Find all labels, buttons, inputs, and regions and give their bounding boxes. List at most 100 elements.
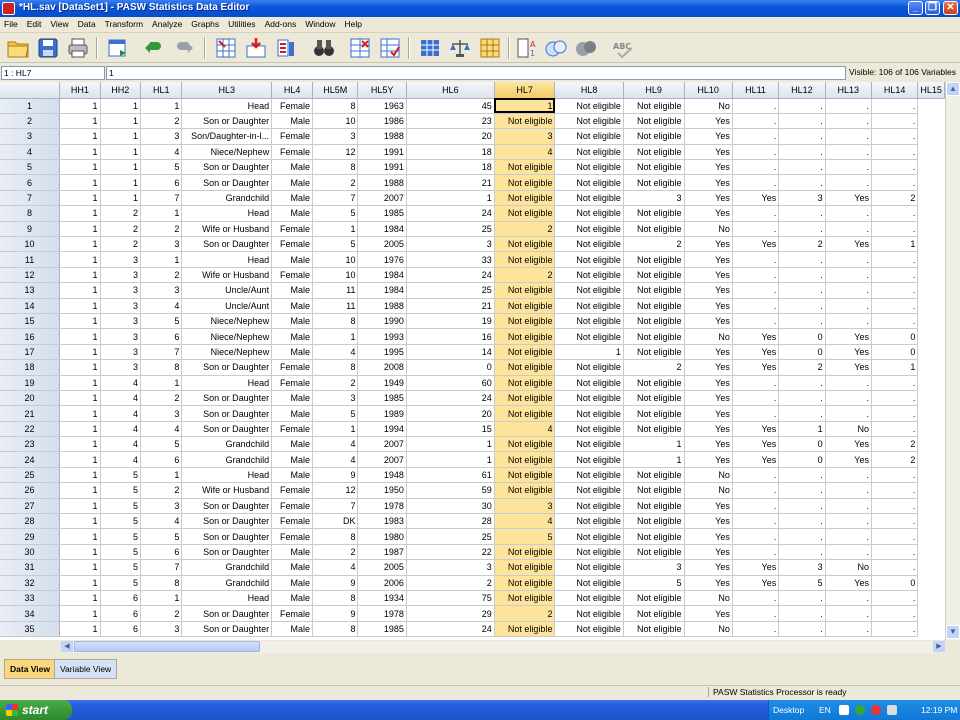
data-cell[interactable]: 1 [140,205,183,222]
network-tray-icon[interactable] [855,705,865,715]
data-cell[interactable]: Not eligible [554,482,624,499]
data-cell[interactable]: 4 [312,344,359,361]
data-cell[interactable]: Yes [732,436,780,453]
data-cell[interactable]: 1984 [357,267,407,284]
data-cell[interactable]: 10 [312,251,359,268]
data-cell[interactable]: Son or Daughter [181,498,273,515]
data-cell[interactable]: 4 [100,375,142,391]
select-cases-icon[interactable] [478,36,502,60]
data-cell[interactable]: Male [271,436,313,453]
data-cell[interactable]: Male [271,559,313,576]
data-cell[interactable]: 3 [623,190,685,207]
tab-variable-view[interactable]: Variable View [54,659,118,679]
data-cell[interactable]: 1 [100,174,142,191]
data-cell[interactable]: 1 [59,113,101,130]
data-cell[interactable]: 8 [140,575,183,592]
data-cell[interactable]: 1 [59,282,101,299]
row-header[interactable]: 11 [0,251,61,268]
data-cell[interactable]: 33 [406,251,495,268]
data-cell[interactable]: 24 [406,205,495,222]
data-cell[interactable]: Not eligible [623,313,685,330]
data-cell[interactable]: 5 [494,528,556,545]
data-cell[interactable]: . [871,528,919,545]
data-cell[interactable]: 1993 [357,328,407,345]
maximize-button[interactable]: ❐ [925,1,940,15]
data-cell[interactable]: . [871,251,919,268]
data-cell[interactable]: 3 [140,128,183,145]
data-cell[interactable]: Not eligible [494,282,556,299]
menu-add-ons[interactable]: Add-ons [261,17,302,29]
horizontal-scroll-thumb[interactable] [74,641,260,652]
open-folder-icon[interactable] [6,36,30,60]
data-cell[interactable]: Yes [825,359,872,376]
data-cell[interactable]: . [871,421,919,438]
row-header[interactable]: 27 [0,498,61,515]
row-header[interactable]: 20 [0,390,61,407]
data-cell[interactable]: 1 [59,513,101,530]
data-cell[interactable]: 1 [59,98,101,114]
data-cell[interactable]: 8 [312,98,359,114]
data-cell[interactable]: 2 [100,236,142,253]
data-cell[interactable]: 4 [312,436,359,453]
row-header[interactable]: 5 [0,159,61,176]
data-cell[interactable]: Son or Daughter [181,236,273,253]
data-cell[interactable]: . [732,282,780,299]
data-cell[interactable]: 2 [778,359,826,376]
data-cell[interactable]: Not eligible [623,390,685,407]
data-cell[interactable]: 1 [59,482,101,499]
data-cell[interactable]: Not eligible [623,605,685,622]
data-cell[interactable]: Yes [684,205,733,222]
data-cell[interactable]: 1 [59,251,101,268]
data-cell[interactable]: 1 [871,359,919,376]
data-cell[interactable]: Yes [684,359,733,376]
data-cell[interactable]: Not eligible [554,590,624,607]
data-cell[interactable]: Not eligible [554,605,624,622]
data-cell[interactable]: . [871,482,919,499]
data-cell[interactable]: 1934 [357,590,407,607]
data-cell[interactable]: Not eligible [554,159,624,176]
data-cell[interactable]: . [732,544,780,561]
data-cell[interactable]: Male [271,344,313,361]
data-cell[interactable]: Not eligible [623,621,685,638]
data-cell[interactable]: Male [271,174,313,191]
data-cell[interactable]: 1978 [357,605,407,622]
data-cell[interactable]: 2 [871,436,919,453]
data-cell[interactable]: Male [271,205,313,222]
data-cell[interactable]: Yes [684,498,733,515]
row-header[interactable]: 7 [0,190,61,207]
data-cell[interactable]: Not eligible [554,559,624,576]
data-cell[interactable]: Yes [684,605,733,622]
data-cell[interactable]: . [871,467,919,484]
data-cell[interactable]: 4 [100,436,142,453]
data-cell[interactable]: . [732,390,780,407]
data-cell[interactable]: . [732,221,780,238]
data-cell[interactable]: 6 [100,621,142,638]
data-cell[interactable]: 8 [312,159,359,176]
data-cell[interactable]: Not eligible [623,144,685,161]
find-binoculars-icon[interactable] [312,36,336,60]
data-cell[interactable]: Female [271,605,313,622]
data-cell[interactable]: Not eligible [554,375,624,391]
data-cell[interactable]: Not eligible [554,359,624,376]
data-cell[interactable]: 6 [100,605,142,622]
data-cell[interactable]: 12 [312,144,359,161]
data-cell[interactable]: 60 [406,375,495,391]
data-cell[interactable]: Yes [684,236,733,253]
data-cell[interactable]: 1 [59,451,101,468]
menu-data[interactable]: Data [74,17,101,29]
data-cell[interactable]: . [778,221,826,238]
data-cell[interactable]: Yes [684,267,733,284]
data-cell[interactable]: 1950 [357,482,407,499]
data-cell[interactable]: Wife or Husband [181,482,273,499]
column-header[interactable]: HL9 [623,82,685,99]
data-cell[interactable]: 1980 [357,528,407,545]
data-cell[interactable]: 25 [406,221,495,238]
data-cell[interactable]: . [825,498,872,515]
data-cell[interactable]: 3 [140,498,183,515]
data-cell[interactable]: . [778,513,826,530]
data-cell[interactable]: Uncle/Aunt [181,298,273,314]
column-header[interactable]: HL8 [554,82,624,99]
data-cell[interactable]: 18 [406,159,495,176]
data-cell[interactable]: 0 [871,328,919,345]
data-cell[interactable]: 11 [312,298,359,314]
